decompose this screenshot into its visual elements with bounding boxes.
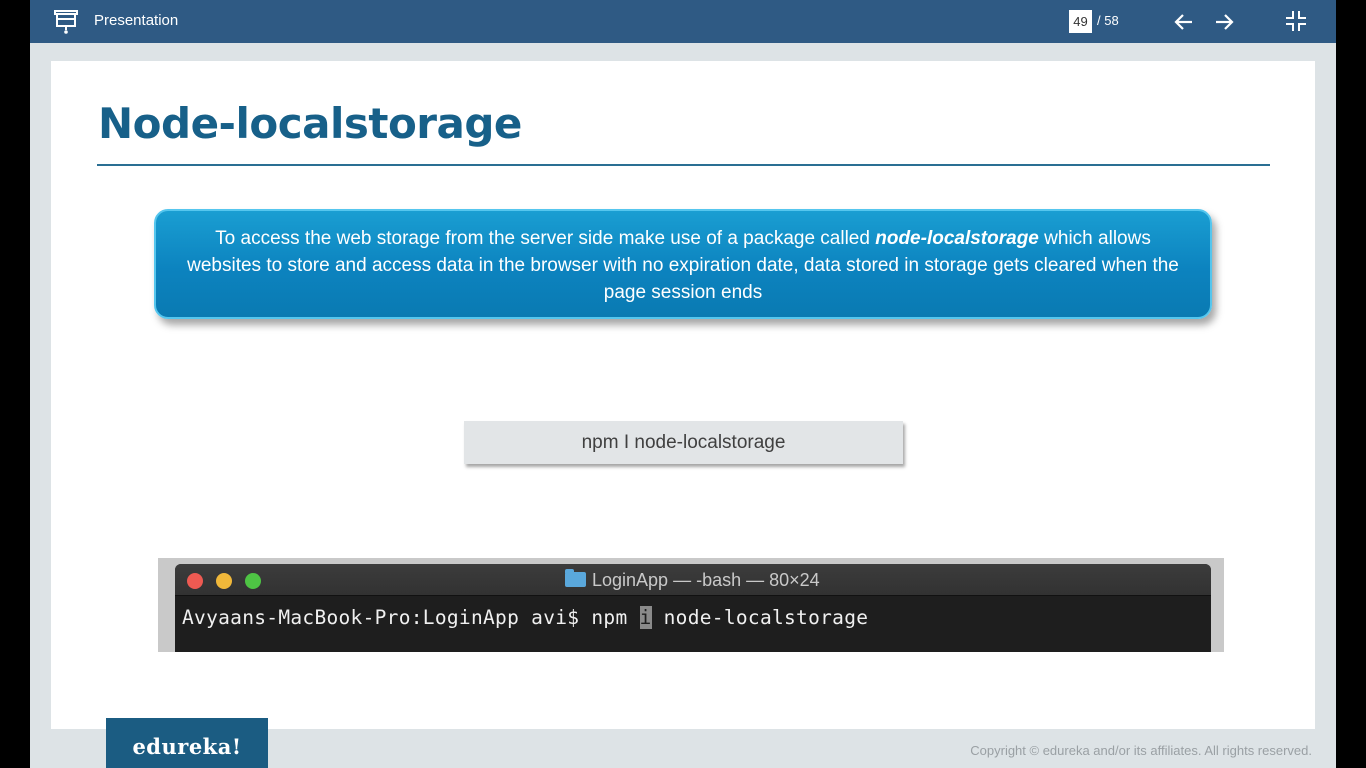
terminal-prompt: Avyaans-MacBook-Pro:LoginApp avi$ npm [182,606,640,629]
copyright-text: Copyright © edureka and/or its affiliate… [970,743,1312,758]
folder-icon [565,569,586,587]
slide-title: Node-localstorage [98,99,522,148]
description-callout: To access the web storage from the serve… [154,209,1212,319]
top-bar: Presentation 49 / 58 [30,0,1336,43]
previous-slide-button[interactable] [1172,10,1196,34]
page-number-input[interactable]: 49 [1069,10,1092,33]
presentation-viewer: Presentation 49 / 58 Node-localstorage T… [30,0,1336,768]
callout-text-before: To access the web storage from the serve… [215,228,876,249]
logo-text: edureka! [132,734,242,759]
callout-package-name: node-localstorage [875,228,1039,249]
terminal-title-text: LoginApp — -bash — 80×24 [592,570,820,590]
edureka-logo: edureka! [106,718,268,768]
presentation-icon [54,9,78,35]
slide: Node-localstorage To access the web stor… [51,61,1315,729]
install-command-box: npm I node-localstorage [464,421,903,464]
arrow-left-icon [1174,14,1192,30]
minimize-icon [216,573,232,589]
terminal-cursor: i [639,606,652,629]
arrow-right-icon [1216,14,1234,30]
close-icon [187,573,203,589]
maximize-icon [245,573,261,589]
page-total: / 58 [1097,13,1119,28]
terminal-title-bar: LoginApp — -bash — 80×24 [175,564,1211,596]
presentation-title: Presentation [94,12,179,29]
exit-fullscreen-button[interactable] [1284,9,1308,33]
terminal-window: LoginApp — -bash — 80×24 Avyaans-MacBook… [175,564,1211,652]
next-slide-button[interactable] [1212,10,1236,34]
terminal-title: LoginApp — -bash — 80×24 [565,569,820,591]
terminal-command-line: Avyaans-MacBook-Pro:LoginApp avi$ npm i … [182,606,868,629]
exit-fullscreen-icon [1286,11,1306,31]
terminal-command-rest: node-localstorage [651,606,869,629]
terminal-screenshot: LoginApp — -bash — 80×24 Avyaans-MacBook… [158,558,1224,652]
title-divider [97,164,1270,166]
